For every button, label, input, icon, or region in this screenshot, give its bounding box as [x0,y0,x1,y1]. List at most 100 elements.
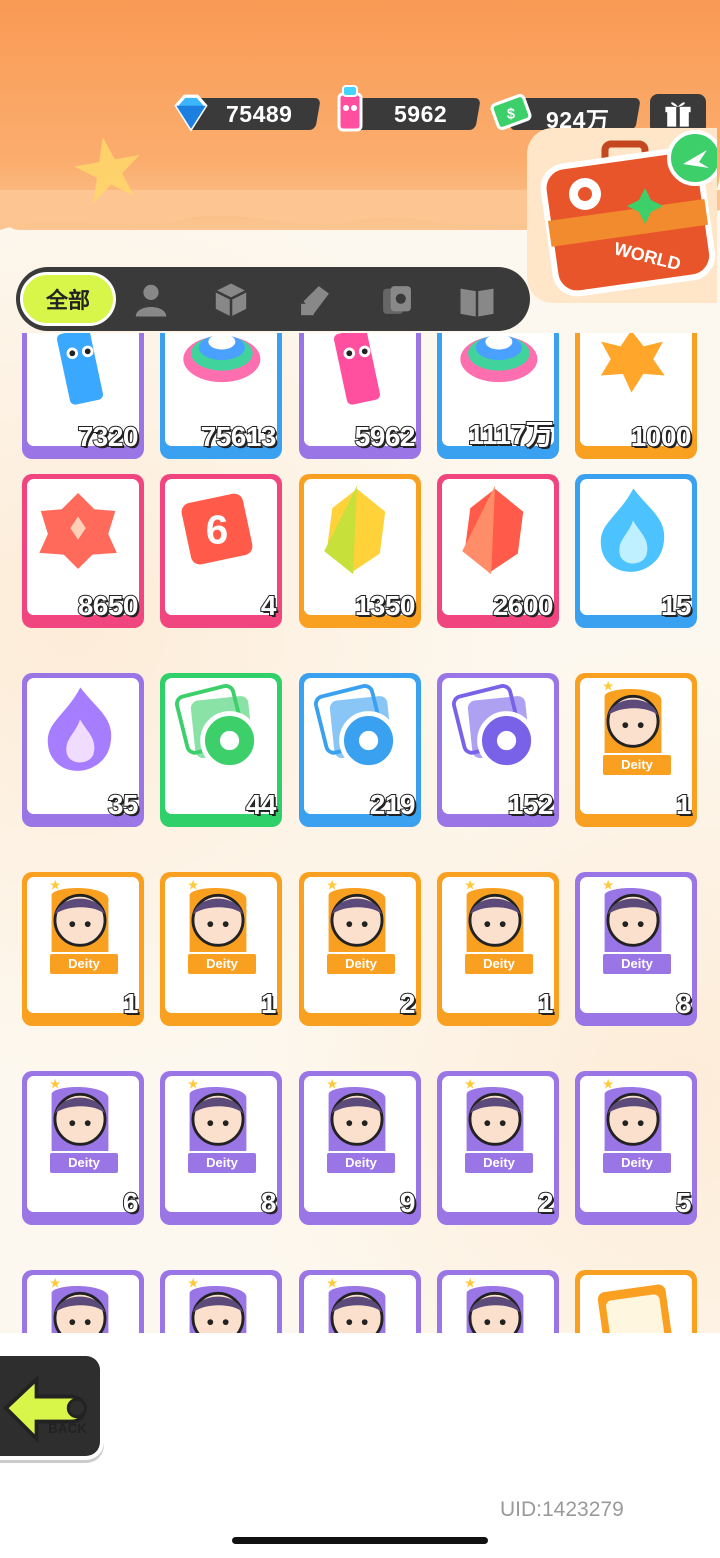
item-card[interactable]: 44 [160,673,282,827]
item-card[interactable]: 1000 [575,333,697,459]
item-card[interactable]: 75613 [160,333,282,459]
item-card[interactable]: ★ [437,1270,559,1333]
red-dice-icon: 6 [176,488,258,570]
item-card[interactable]: ★ Deity 8 [160,1071,282,1225]
item-quantity: 1 [675,788,693,821]
item-quantity: 8650 [77,589,140,622]
item-quantity: 2 [537,1186,555,1219]
box-icon[interactable] [212,281,250,319]
svg-text:$: $ [507,106,515,122]
item-card[interactable] [575,1270,697,1333]
currency-diamonds: 75489 [170,94,321,132]
svg-text:6: 6 [206,506,229,552]
item-card[interactable]: 64 [160,474,282,628]
item-card[interactable]: ★ Deity 8 [575,872,697,1026]
book-icon[interactable] [458,281,496,319]
svg-text:BACK: BACK [48,1421,87,1436]
item-grid: 7320 75613 5962 1117万 1000 8650 6 4 1350 2600 15 35… [0,333,720,1333]
item-card[interactable]: 219 [299,673,421,827]
item-quantity: 7320 [77,420,140,453]
world-button[interactable]: WORLD [527,128,717,303]
item-quantity: 15 [660,589,693,622]
phone-card-icon [593,1279,681,1333]
item-card[interactable]: ★ [160,1270,282,1333]
user-id: UID:1423279 [500,1498,624,1521]
diamond-count: 75489 [226,101,293,127]
item-card[interactable]: 2600 [437,474,559,628]
item-card[interactable]: 7320 [22,333,144,459]
item-card[interactable]: ★ Deity 9 [299,1071,421,1225]
deity-badge: Deity [48,1151,120,1175]
deity-badge: Deity [186,952,258,976]
item-quantity: 75613 [200,420,278,453]
blue-diamond-icon [174,94,208,132]
deity-badge: Deity [601,753,673,777]
deity-portrait-icon: ★ [461,1275,529,1333]
item-quantity: 1000 [630,420,693,453]
bottom-area [0,1333,720,1558]
item-card[interactable]: ★ Deity 6 [22,1071,144,1225]
red-crystal-cluster-icon [32,486,125,576]
deity-badge: Deity [601,952,673,976]
svg-text:★: ★ [187,1076,199,1092]
deity-badge: Deity [48,952,120,976]
deity-portrait-icon: ★ [184,1275,252,1333]
item-quantity: 1 [260,987,278,1020]
item-card[interactable]: ★ Deity 5 [575,1071,697,1225]
item-card[interactable]: ★ Deity 2 [437,1071,559,1225]
item-card[interactable]: ★ Deity 1 [160,872,282,1026]
green-film-roll-icon [174,684,259,770]
purple-film-roll-icon [451,684,536,770]
item-quantity: 219 [369,788,417,821]
orange-flower-icon [591,333,675,403]
item-quantity: 2 [399,987,417,1020]
gift-box-icon [665,102,691,127]
pink-spray-can-icon [329,333,385,410]
item-card[interactable]: ★ [22,1270,144,1333]
yellow-gem-icon [321,482,391,578]
svg-text:★: ★ [464,1076,476,1092]
person-icon[interactable] [132,281,170,319]
item-card[interactable]: 5962 [299,333,421,459]
item-card[interactable]: 8650 [22,474,144,628]
item-card[interactable]: 15 [575,474,697,628]
svg-text:★: ★ [49,1275,61,1291]
item-quantity: 1117万 [467,418,554,451]
svg-text:★: ★ [464,1275,476,1291]
svg-text:★: ★ [49,877,61,893]
red-gem-icon [459,482,529,578]
svg-text:★: ★ [464,877,476,893]
item-card[interactable]: ★ [299,1270,421,1333]
tab-all[interactable]: 全部 [20,272,116,326]
deity-badge: Deity [186,1151,258,1175]
item-card[interactable]: 152 [437,673,559,827]
item-quantity: 1 [122,987,140,1020]
cards-icon[interactable] [378,281,416,319]
item-card[interactable]: ★ Deity 1 [22,872,144,1026]
item-quantity: 44 [245,788,278,821]
back-button[interactable]: BACK [0,1352,104,1460]
item-quantity: 5 [675,1186,693,1219]
item-quantity: 35 [107,788,140,821]
item-card[interactable]: ★ Deity 1 [437,872,559,1026]
item-card[interactable]: 1117万 [437,333,559,459]
home-indicator[interactable] [232,1537,488,1544]
deity-badge: Deity [325,1151,397,1175]
card-tag-icon[interactable] [296,281,334,319]
blue-flame-icon [595,478,670,577]
svg-text:★: ★ [326,877,338,893]
item-card[interactable]: 1350 [299,474,421,628]
item-card[interactable]: ★ Deity 1 [575,673,697,827]
blue-spray-can-icon [52,333,108,410]
deity-badge: Deity [463,1151,535,1175]
item-card[interactable]: ★ Deity 2 [299,872,421,1026]
svg-text:★: ★ [602,877,614,893]
deity-badge: Deity [325,952,397,976]
category-tabs: 全部 [16,267,530,331]
item-card[interactable]: 35 [22,673,144,827]
deity-badge: Deity [601,1151,673,1175]
deity-portrait-icon: ★ [323,1275,391,1333]
item-quantity: 1350 [354,589,417,622]
cash-icon: $ [490,94,532,130]
svg-text:★: ★ [326,1275,338,1291]
